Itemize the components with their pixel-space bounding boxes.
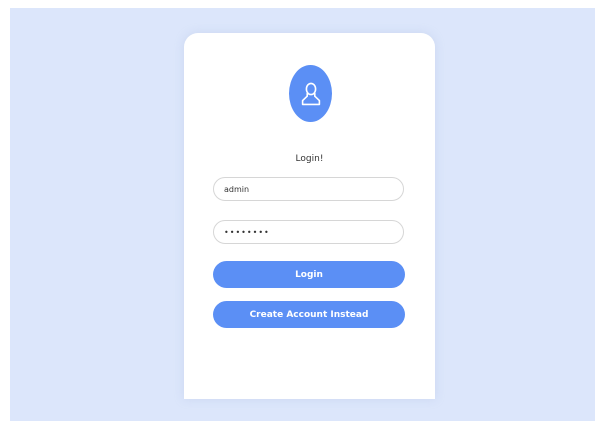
login-button[interactable]: Login xyxy=(213,261,405,288)
login-card: Login! Login Create Account Instead xyxy=(184,33,435,399)
username-input[interactable] xyxy=(213,177,404,201)
avatar xyxy=(289,65,332,122)
create-account-button[interactable]: Create Account Instead xyxy=(213,301,405,328)
page-background: Login! Login Create Account Instead xyxy=(10,8,595,421)
login-heading: Login! xyxy=(295,154,324,164)
user-icon xyxy=(301,82,320,105)
password-input[interactable] xyxy=(213,220,404,244)
